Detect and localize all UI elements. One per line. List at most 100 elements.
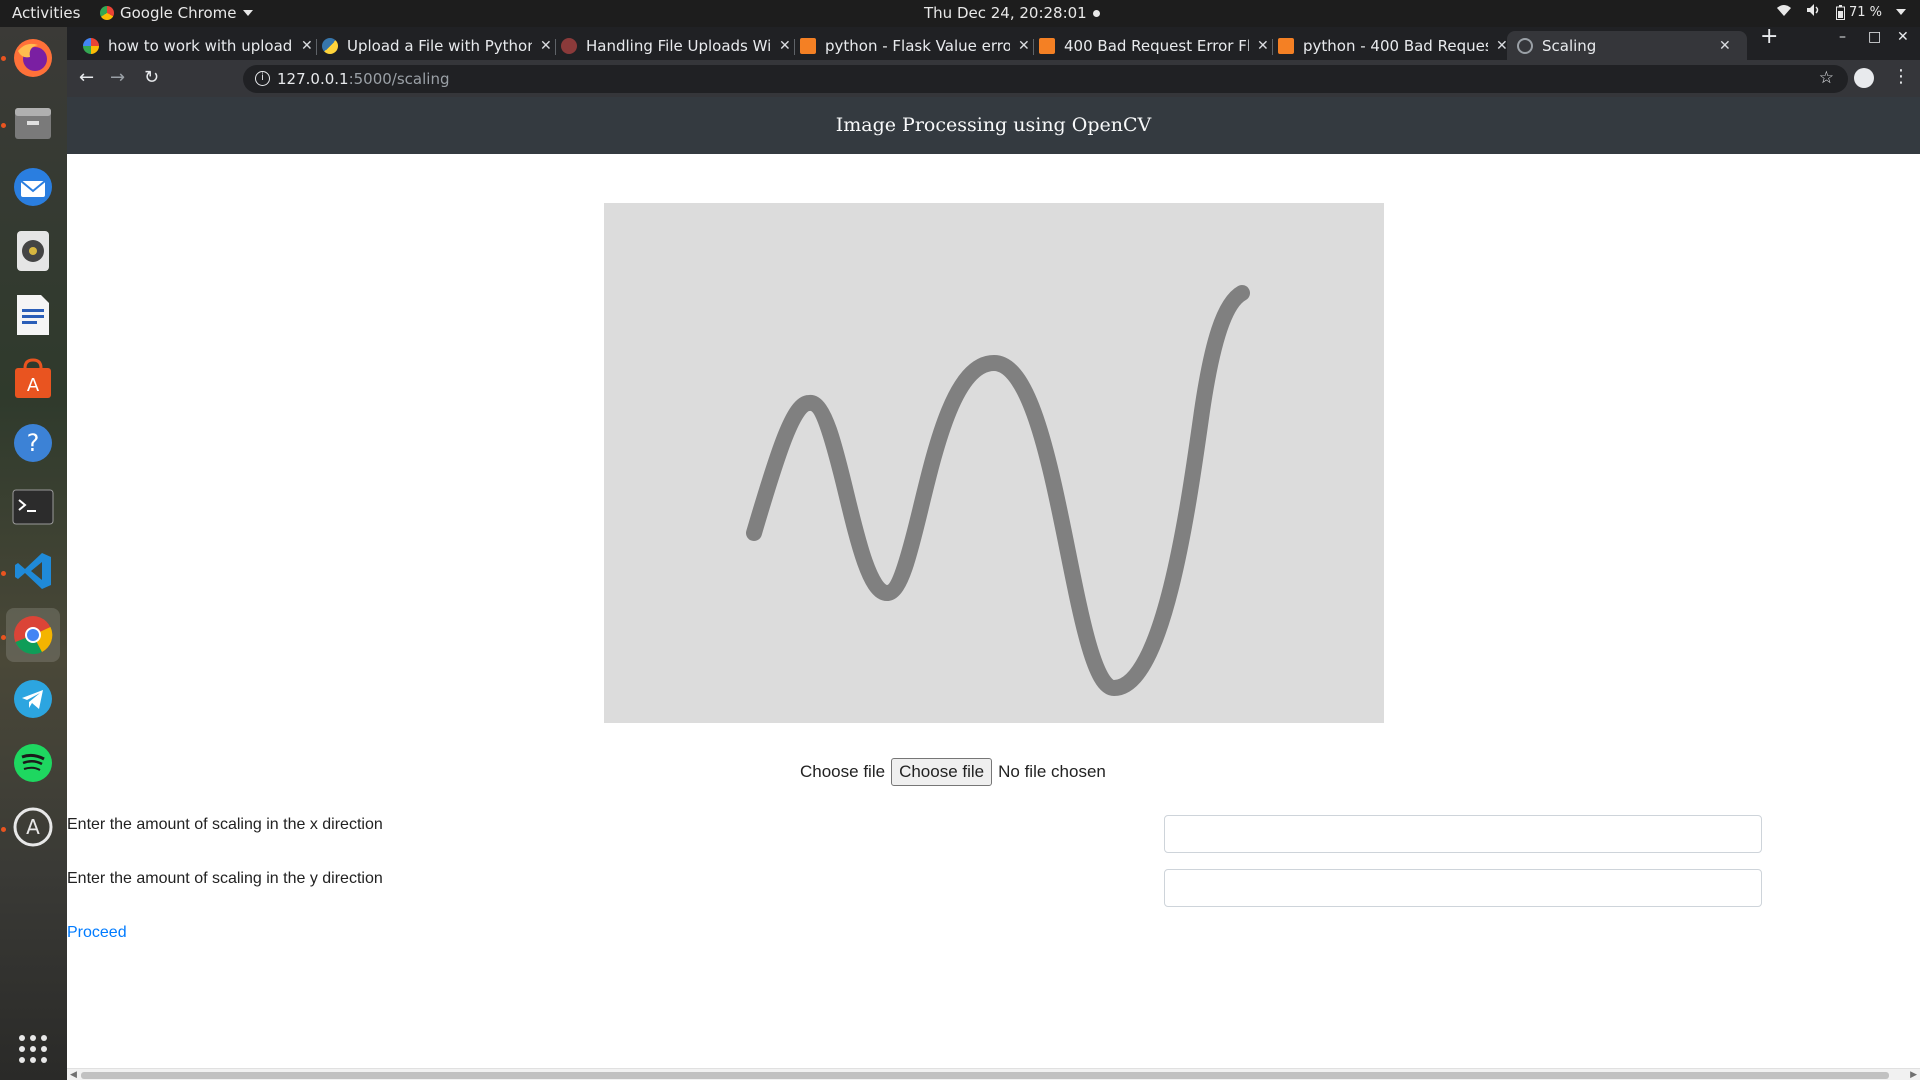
- terminal-icon[interactable]: [6, 480, 60, 534]
- tab-how-to-work-with-uploads[interactable]: how to work with uploade ✕: [73, 31, 323, 60]
- more-menu-icon[interactable]: ⋮: [1892, 66, 1910, 87]
- close-icon[interactable]: ✕: [1719, 38, 1731, 54]
- image-preview: [604, 203, 1384, 723]
- horizontal-scrollbar[interactable]: ◀ ▶: [67, 1068, 1920, 1080]
- close-icon[interactable]: ✕: [540, 38, 552, 54]
- tab-title: python - 400 Bad Request: [1303, 36, 1488, 55]
- telegram-icon[interactable]: [6, 672, 60, 726]
- reload-icon[interactable]: ↻: [144, 68, 159, 88]
- dock: A ? A: [0, 27, 67, 1080]
- proceed-link[interactable]: Proceed: [67, 924, 127, 942]
- show-apps-icon[interactable]: [6, 1022, 60, 1076]
- running-indicator: [1, 827, 6, 832]
- tab-python-400-bad-request[interactable]: python - 400 Bad Request ✕: [1268, 31, 1518, 60]
- help-icon[interactable]: ?: [6, 416, 60, 470]
- scroll-right-icon[interactable]: ▶: [1910, 1069, 1917, 1080]
- close-icon[interactable]: ✕: [1257, 38, 1269, 54]
- file-upload-row: Choose file Choose file No file chosen: [800, 758, 1106, 786]
- running-indicator: [1, 571, 6, 576]
- address-bar[interactable]: i 127.0.0.1:5000/scaling ☆: [243, 65, 1848, 93]
- system-tray[interactable]: 71 %: [1776, 3, 1906, 21]
- running-indicator: [1, 123, 6, 128]
- scale-x-input[interactable]: [1164, 815, 1762, 853]
- tab-strip: how to work with uploade ✕ Upload a File…: [67, 24, 1920, 60]
- activities-button[interactable]: Activities: [12, 4, 80, 22]
- software-center-icon[interactable]: A: [6, 352, 60, 406]
- page-title: Image Processing using OpenCV: [835, 114, 1152, 136]
- close-icon[interactable]: ✕: [301, 38, 313, 54]
- scroll-left-icon[interactable]: ◀: [70, 1069, 77, 1080]
- author-avatar-favicon-icon: [561, 37, 577, 54]
- tab-title: 400 Bad Request Error Fla: [1064, 36, 1249, 55]
- thunderbird-icon[interactable]: [6, 160, 60, 214]
- volume-icon: [1806, 3, 1822, 21]
- browser-toolbar: ← → ↻ i 127.0.0.1:5000/scaling ☆ ⋮: [67, 60, 1920, 97]
- spotify-icon[interactable]: [6, 736, 60, 790]
- sine-curve: [746, 285, 1250, 697]
- tab-upload-a-file-with-python[interactable]: Upload a File with Python ✕: [312, 31, 562, 60]
- running-indicator: [1, 635, 6, 640]
- vscode-icon[interactable]: [6, 544, 60, 598]
- updater-icon[interactable]: A: [6, 800, 60, 854]
- close-icon[interactable]: ✕: [779, 38, 791, 54]
- tab-title: Handling File Uploads Wit: [586, 36, 771, 55]
- window-close-icon[interactable]: ✕: [1897, 29, 1909, 45]
- chrome-small-icon: [100, 6, 114, 20]
- writer-icon[interactable]: [6, 288, 60, 342]
- google-favicon-icon: [83, 37, 99, 54]
- scale-x-label: Enter the amount of scaling in the x dir…: [67, 816, 383, 833]
- profile-avatar-icon[interactable]: [1854, 68, 1874, 88]
- file-upload-label: Choose file: [800, 762, 886, 781]
- battery-indicator: 71 %: [1835, 4, 1882, 20]
- minimize-icon[interactable]: –: [1839, 29, 1846, 45]
- tab-scaling[interactable]: Scaling ✕: [1507, 31, 1747, 60]
- notification-dot-icon: [1092, 9, 1100, 17]
- clock[interactable]: Thu Dec 24, 20:28:01: [924, 4, 1100, 22]
- svg-text:A: A: [26, 815, 40, 839]
- system-top-bar: Activities Google Chrome Thu Dec 24, 20:…: [0, 0, 1920, 27]
- tab-handling-file-uploads[interactable]: Handling File Uploads Wit ✕: [551, 31, 801, 60]
- wifi-icon: [1776, 3, 1792, 21]
- chrome-icon[interactable]: [6, 608, 60, 662]
- tab-title: python - Flask Value error: [825, 36, 1010, 55]
- new-tab-icon[interactable]: +: [1760, 24, 1778, 49]
- stackoverflow-favicon-icon: [1278, 37, 1294, 54]
- svg-text:A: A: [27, 375, 40, 396]
- file-status: No file chosen: [998, 762, 1106, 781]
- firefox-icon[interactable]: [6, 31, 60, 85]
- rhythmbox-icon[interactable]: [6, 224, 60, 278]
- info-icon[interactable]: i: [255, 71, 270, 86]
- forward-icon[interactable]: →: [110, 68, 125, 88]
- close-icon[interactable]: ✕: [1018, 38, 1030, 54]
- stackoverflow-favicon-icon: [800, 37, 816, 54]
- url-path: :5000/scaling: [348, 70, 450, 88]
- tab-flask-value-error[interactable]: python - Flask Value error ✕: [790, 31, 1040, 60]
- bookmark-star-icon[interactable]: ☆: [1819, 68, 1834, 88]
- url-text: 127.0.0.1:5000/scaling: [277, 70, 449, 88]
- files-icon[interactable]: [6, 96, 60, 150]
- svg-text:?: ?: [27, 429, 40, 457]
- scale-y-label: Enter the amount of scaling in the y dir…: [67, 870, 383, 887]
- stackoverflow-favicon-icon: [1039, 37, 1055, 54]
- tab-title: Upload a File with Python: [347, 36, 532, 55]
- battery-icon: [1835, 4, 1845, 20]
- close-icon[interactable]: ✕: [1496, 38, 1508, 54]
- maximize-icon[interactable]: □: [1868, 29, 1881, 45]
- app-menu-label: Google Chrome: [120, 4, 237, 22]
- curve-image: [746, 285, 1250, 697]
- url-host: 127.0.0.1: [277, 70, 349, 88]
- battery-label: 71 %: [1848, 4, 1882, 20]
- tab-title: Scaling: [1542, 36, 1597, 55]
- back-icon[interactable]: ←: [79, 68, 94, 88]
- app-menu[interactable]: Google Chrome: [100, 4, 253, 22]
- clock-label: Thu Dec 24, 20:28:01: [924, 4, 1087, 22]
- page-content: Image Processing using OpenCV Choose fil…: [67, 97, 1920, 1068]
- chevron-down-icon: [242, 10, 253, 16]
- choose-file-button[interactable]: Choose file: [891, 758, 993, 786]
- scale-y-input[interactable]: [1164, 869, 1762, 907]
- navbar: Image Processing using OpenCV: [67, 97, 1920, 154]
- python-favicon-icon: [322, 37, 338, 54]
- scrollbar-thumb[interactable]: [81, 1072, 1889, 1079]
- tab-400-bad-request-flask[interactable]: 400 Bad Request Error Fla ✕: [1029, 31, 1279, 60]
- tab-title: how to work with uploade: [108, 36, 293, 55]
